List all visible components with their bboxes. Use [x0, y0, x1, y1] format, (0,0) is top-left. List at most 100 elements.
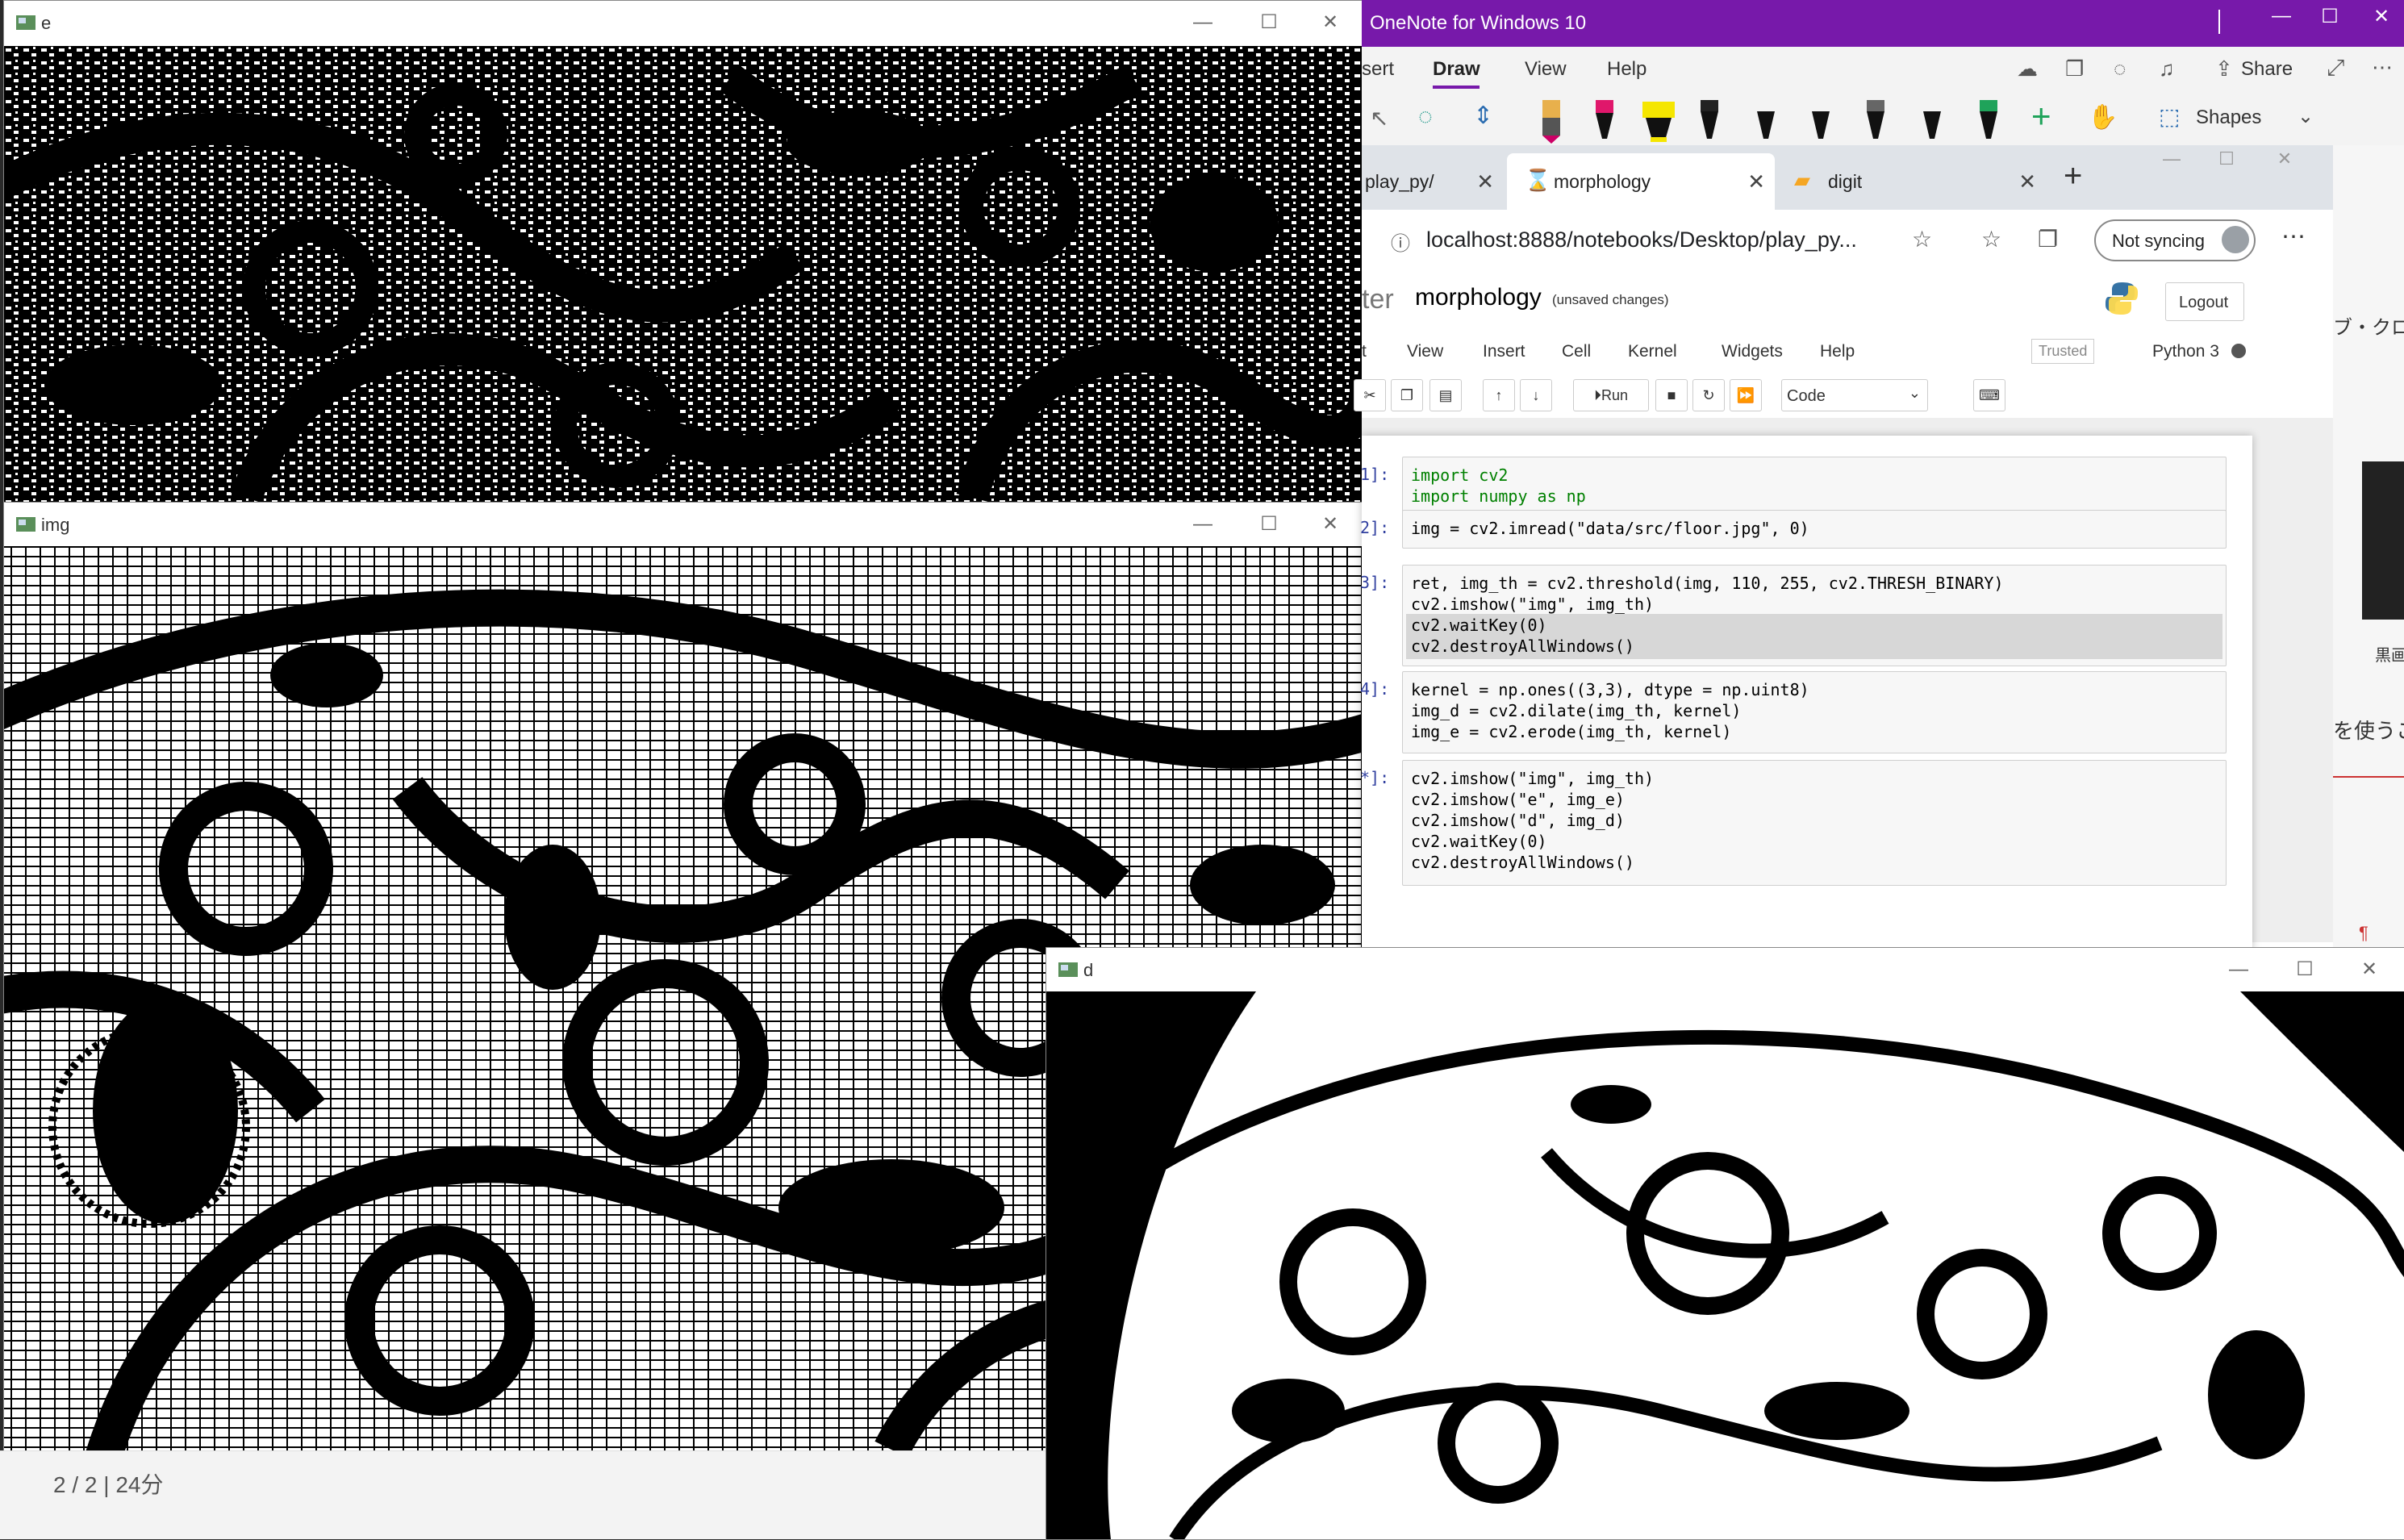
close-icon[interactable]: ✕	[1306, 7, 1354, 38]
cell-prompt: 2]:	[1360, 518, 1390, 537]
menu-view[interactable]: View	[1407, 342, 1443, 361]
run-button[interactable]: ⏵Run	[1573, 379, 1649, 411]
close-tab-icon[interactable]: ✕	[1747, 169, 1765, 194]
app-icon	[1058, 962, 1078, 977]
shapes-button[interactable]: Shapes	[2196, 106, 2261, 129]
ribbon-tab-insert[interactable]: sert	[1362, 58, 1394, 81]
ribbon-tab-draw[interactable]: Draw	[1433, 58, 1480, 81]
opencv-window-d[interactable]: d — ☐ ✕	[1045, 947, 2404, 1540]
ribbon-tab-view[interactable]: View	[1525, 58, 1567, 81]
restart-run-all-icon[interactable]: ⏩	[1730, 379, 1762, 411]
pen-black-icon[interactable]	[1918, 98, 1946, 144]
more-icon[interactable]: ⋯	[2281, 223, 2306, 251]
ribbon-tab-help[interactable]: Help	[1607, 58, 1646, 81]
highlighter-pink-icon[interactable]	[1538, 98, 1565, 144]
notebook-title[interactable]: morphology	[1415, 284, 1542, 311]
opencv-window-e[interactable]: e — ☐ ✕	[3, 0, 1363, 503]
trusted-indicator[interactable]: Trusted	[2031, 339, 2095, 364]
minimize-icon[interactable]: —	[2214, 954, 2263, 985]
url-field[interactable]: localhost:8888/notebooks/Desktop/play_py…	[1418, 218, 1934, 261]
new-tab-icon[interactable]: +	[2064, 158, 2082, 194]
add-pen-icon[interactable]: +	[2031, 97, 2051, 136]
bell-icon[interactable]: ♫	[2159, 56, 2175, 81]
paste-icon[interactable]: ▤	[1429, 379, 1462, 411]
maximize-icon[interactable]: ☐	[2281, 954, 2329, 985]
close-icon[interactable]: ✕	[2345, 954, 2394, 985]
eroded-image	[4, 46, 1363, 503]
maximize-icon[interactable]: ☐	[2306, 5, 2354, 37]
menu-insert[interactable]: Insert	[1483, 342, 1525, 361]
maximize-icon[interactable]: ☐	[2204, 148, 2249, 177]
pen-black-icon[interactable]	[1807, 98, 1834, 144]
tab-morphology[interactable]: ⌛ morphology ✕	[1507, 153, 1775, 210]
interrupt-icon[interactable]: ■	[1655, 379, 1688, 411]
code-cell[interactable]: img = cv2.imread("data/src/floor.jpg", 0…	[1402, 510, 2227, 549]
menu-kernel[interactable]: Kernel	[1628, 342, 1677, 361]
tab-play-py[interactable]: play_py/ ✕	[1362, 153, 1504, 210]
space-icon[interactable]: ⇕	[1473, 102, 1493, 130]
pen-red-icon[interactable]	[1591, 98, 1618, 144]
window-title: img	[41, 515, 70, 535]
menu-file[interactable]: t	[1362, 342, 1367, 361]
close-tab-icon[interactable]: ✕	[1476, 169, 1494, 194]
code-cell[interactable]: ret, img_th = cv2.threshold(img, 110, 25…	[1402, 565, 2227, 666]
minimize-icon[interactable]: —	[1179, 7, 1227, 38]
keyboard-icon[interactable]: ⌨	[1973, 379, 2005, 411]
minimize-icon[interactable]: —	[2257, 5, 2306, 37]
close-icon[interactable]: ✕	[2359, 5, 2404, 37]
share-button[interactable]: Share	[2241, 58, 2293, 81]
fullscreen-icon[interactable]: ⤢	[2327, 55, 2344, 81]
code-cell[interactable]: kernel = np.ones((3,3), dtype = np.uint8…	[1402, 671, 2227, 753]
touch-draw-icon[interactable]: ✋	[2088, 103, 2118, 131]
browser-window[interactable]: play_py/ ✕ ⌛ morphology ✕ ▰ digit ✕ + — …	[1354, 145, 2334, 952]
sync-icon[interactable]: ☁	[2017, 56, 2038, 81]
code-cell[interactable]: cv2.imshow("img", img_th) cv2.imshow("e"…	[1402, 760, 2227, 886]
code-line: cv2.waitKey(0)	[1411, 616, 1547, 635]
menu-widgets[interactable]: Widgets	[1722, 342, 1783, 361]
move-up-icon[interactable]: ↑	[1483, 379, 1515, 411]
favorites-icon[interactable]: ☆	[1981, 226, 2001, 252]
sync-button[interactable]: Not syncing	[2094, 219, 2256, 261]
shapes-icon[interactable]: ⬚	[2159, 103, 2180, 130]
maximize-icon[interactable]: ☐	[1245, 509, 1293, 540]
lasso-icon[interactable]: ◌	[1418, 103, 1433, 131]
minimize-icon[interactable]: —	[2149, 148, 2194, 177]
close-icon[interactable]: ✕	[2262, 148, 2307, 177]
tab-digit[interactable]: ▰ digit ✕	[1778, 153, 2046, 210]
favorite-add-icon[interactable]: ☆	[1912, 226, 1932, 252]
select-icon[interactable]: ↖	[1370, 105, 1388, 131]
move-down-icon[interactable]: ↓	[1520, 379, 1552, 411]
kernel-name: Python 3	[2152, 342, 2219, 361]
share-icon[interactable]: ⇪	[2215, 56, 2233, 81]
page-text-fragment: ブ・クロ	[2333, 317, 2404, 339]
logout-button[interactable]: Logout	[2165, 282, 2244, 321]
close-icon[interactable]: ✕	[1306, 509, 1354, 540]
app-icon	[16, 15, 35, 30]
code-cell[interactable]: import cv2 import numpy as np	[1402, 457, 2227, 518]
close-tab-icon[interactable]: ✕	[2018, 169, 2036, 194]
menu-cell[interactable]: Cell	[1562, 342, 1591, 361]
pen-black-icon[interactable]	[1696, 98, 1723, 144]
maximize-icon[interactable]: ☐	[1245, 7, 1293, 38]
collections-icon[interactable]: ❐	[2038, 226, 2058, 252]
minimize-icon[interactable]: —	[1179, 509, 1227, 540]
more-icon[interactable]: ⋯	[2372, 55, 2393, 80]
code-line: cv2.destroyAllWindows()	[1411, 853, 1634, 872]
window-titlebar[interactable]: img — ☐ ✕	[4, 503, 1363, 546]
pen-gray-icon[interactable]	[1862, 98, 1889, 144]
copy-icon[interactable]: ❐	[1391, 379, 1423, 411]
cell-type-select[interactable]: Code ⌄	[1781, 379, 1928, 411]
lightbulb-icon[interactable]: ◌	[2114, 56, 2126, 81]
window-titlebar[interactable]: e — ☐ ✕	[4, 1, 1363, 44]
chevron-down-icon[interactable]: ⌄	[2298, 105, 2314, 128]
notebooks-icon[interactable]: ❐	[2065, 56, 2084, 81]
window-titlebar[interactable]: d — ☐ ✕	[1046, 948, 2404, 991]
menu-help[interactable]: Help	[1820, 342, 1855, 361]
info-icon[interactable]: ⓘ	[1391, 227, 1410, 256]
pen-black-icon[interactable]	[1752, 98, 1780, 144]
onenote-titlebar[interactable]: OneNote for Windows 10 — ☐ ✕	[1362, 0, 2404, 47]
cut-icon[interactable]: ✂	[1354, 379, 1386, 411]
highlighter-yellow-icon[interactable]	[1641, 98, 1676, 144]
pen-green-icon[interactable]	[1975, 98, 2002, 144]
restart-icon[interactable]: ↻	[1692, 379, 1725, 411]
